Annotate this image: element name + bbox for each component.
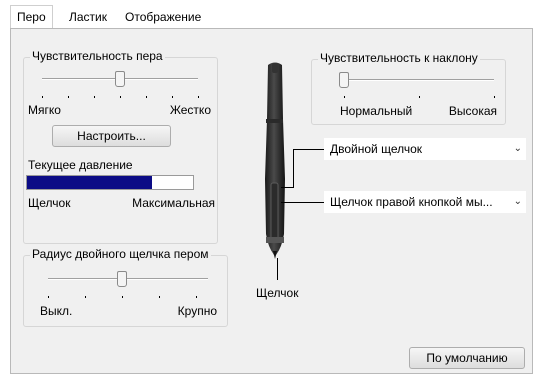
lower-button-value: Щелчок правой кнопкой мы... bbox=[330, 195, 493, 209]
max-pressure-label: Максимальная bbox=[132, 196, 215, 210]
tab-eraser[interactable]: Ластик bbox=[63, 6, 113, 28]
customize-button[interactable]: Настроить... bbox=[52, 125, 171, 147]
chevron-down-icon: ⌄ bbox=[513, 196, 522, 207]
slider-tick bbox=[122, 296, 123, 298]
slider-tick bbox=[198, 96, 199, 98]
tilt-min-label: Нормальный bbox=[340, 104, 413, 118]
current-pressure-fill bbox=[27, 176, 152, 189]
slider-tick bbox=[94, 96, 95, 98]
upper-button-dropdown[interactable]: Двойной щелчок ⌄ bbox=[324, 138, 526, 160]
double-click-group-title: Радиус двойного щелчка пером bbox=[30, 247, 211, 261]
current-pressure-label: Текущее давление bbox=[28, 158, 133, 172]
slider-tick bbox=[48, 296, 49, 298]
tab-pen[interactable]: Перо bbox=[10, 5, 53, 32]
double-click-max-label: Крупно bbox=[177, 304, 217, 318]
settings-panel: Чувствительность пера Мягко Жестко Настр… bbox=[10, 28, 533, 374]
leader-line bbox=[281, 187, 294, 188]
pen-image bbox=[265, 62, 285, 259]
pressure-group-title: Чувствительность пера bbox=[30, 49, 165, 63]
double-click-slider-thumb[interactable] bbox=[117, 271, 127, 287]
tilt-group: Чувствительность к наклону Нормальный Вы… bbox=[311, 51, 506, 125]
pressure-min-label: Мягко bbox=[28, 103, 61, 117]
double-click-slider-track bbox=[48, 278, 208, 280]
tab-bar: Перо Ластик Отображение bbox=[0, 0, 538, 32]
slider-tick bbox=[419, 96, 420, 98]
chevron-down-icon: ⌄ bbox=[513, 143, 522, 154]
current-pressure-bar bbox=[26, 175, 194, 190]
tip-label: Щелчок bbox=[256, 286, 299, 300]
double-click-group: Радиус двойного щелчка пером Выкл. Крупн… bbox=[23, 247, 228, 327]
pressure-group: Чувствительность пера Мягко Жестко Настр… bbox=[23, 49, 218, 244]
tilt-slider-thumb[interactable] bbox=[339, 72, 349, 88]
tilt-group-title: Чувствительность к наклону bbox=[318, 51, 480, 65]
tilt-max-label: Высокая bbox=[448, 104, 497, 118]
slider-tick bbox=[494, 96, 495, 98]
leader-line bbox=[305, 149, 324, 150]
tab-display[interactable]: Отображение bbox=[119, 6, 207, 28]
pressure-max-label: Жестко bbox=[169, 103, 211, 117]
slider-tick bbox=[42, 96, 43, 98]
click-label: Щелчок bbox=[28, 196, 71, 210]
slider-tick bbox=[120, 96, 121, 98]
pressure-slider-thumb[interactable] bbox=[115, 71, 125, 87]
slider-tick bbox=[68, 96, 69, 98]
leader-line bbox=[281, 202, 324, 203]
leader-line bbox=[277, 258, 278, 280]
lower-button-dropdown[interactable]: Щелчок правой кнопкой мы... ⌄ bbox=[324, 191, 526, 213]
slider-tick bbox=[344, 96, 345, 98]
slider-tick bbox=[146, 96, 147, 98]
slider-tick bbox=[159, 296, 160, 298]
leader-line bbox=[293, 149, 305, 150]
tilt-slider-track bbox=[344, 79, 494, 81]
slider-tick bbox=[85, 296, 86, 298]
upper-button-value: Двойной щелчок bbox=[330, 142, 423, 156]
double-click-min-label: Выкл. bbox=[40, 304, 73, 318]
slider-tick bbox=[172, 96, 173, 98]
slider-tick bbox=[196, 296, 197, 298]
leader-line bbox=[293, 149, 294, 187]
default-button[interactable]: По умолчанию bbox=[409, 347, 525, 369]
